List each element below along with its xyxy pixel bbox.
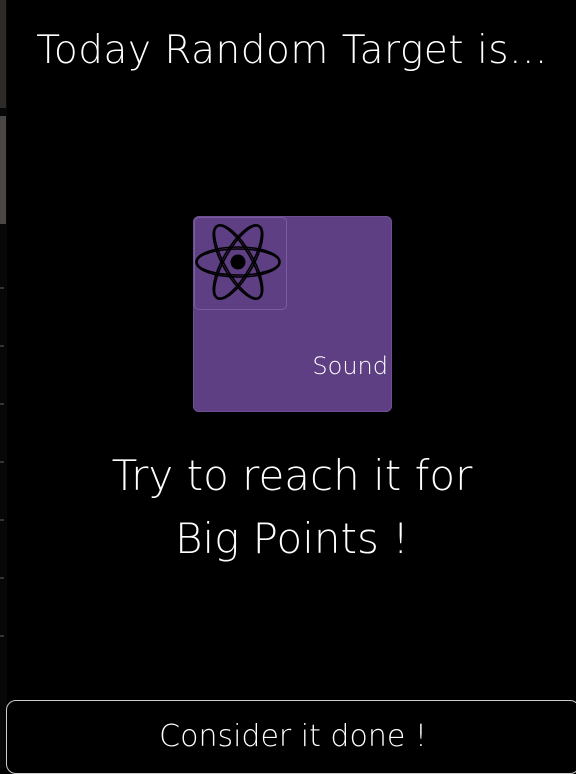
instruction-line: Big Points ! (174, 514, 410, 563)
instruction-text: Try to reach it for Big Points ! (0, 444, 576, 570)
background-edge-strip (0, 116, 6, 224)
background-edge (0, 0, 7, 768)
background-edge-tick (0, 403, 4, 405)
atom-icon (195, 224, 281, 300)
background-edge-tick (0, 345, 4, 347)
consider-done-button[interactable]: Consider it done ! (6, 700, 576, 774)
instruction-line: Try to reach it for (111, 451, 473, 500)
target-icon-frame (194, 217, 287, 310)
page-title: Today Random Target is... (36, 28, 548, 73)
target-label: Sound (312, 352, 388, 380)
target-card: Sound (193, 216, 392, 412)
background-edge-tick (0, 287, 4, 289)
background-edge-tick (0, 577, 4, 579)
background-edge-tick (0, 635, 4, 637)
